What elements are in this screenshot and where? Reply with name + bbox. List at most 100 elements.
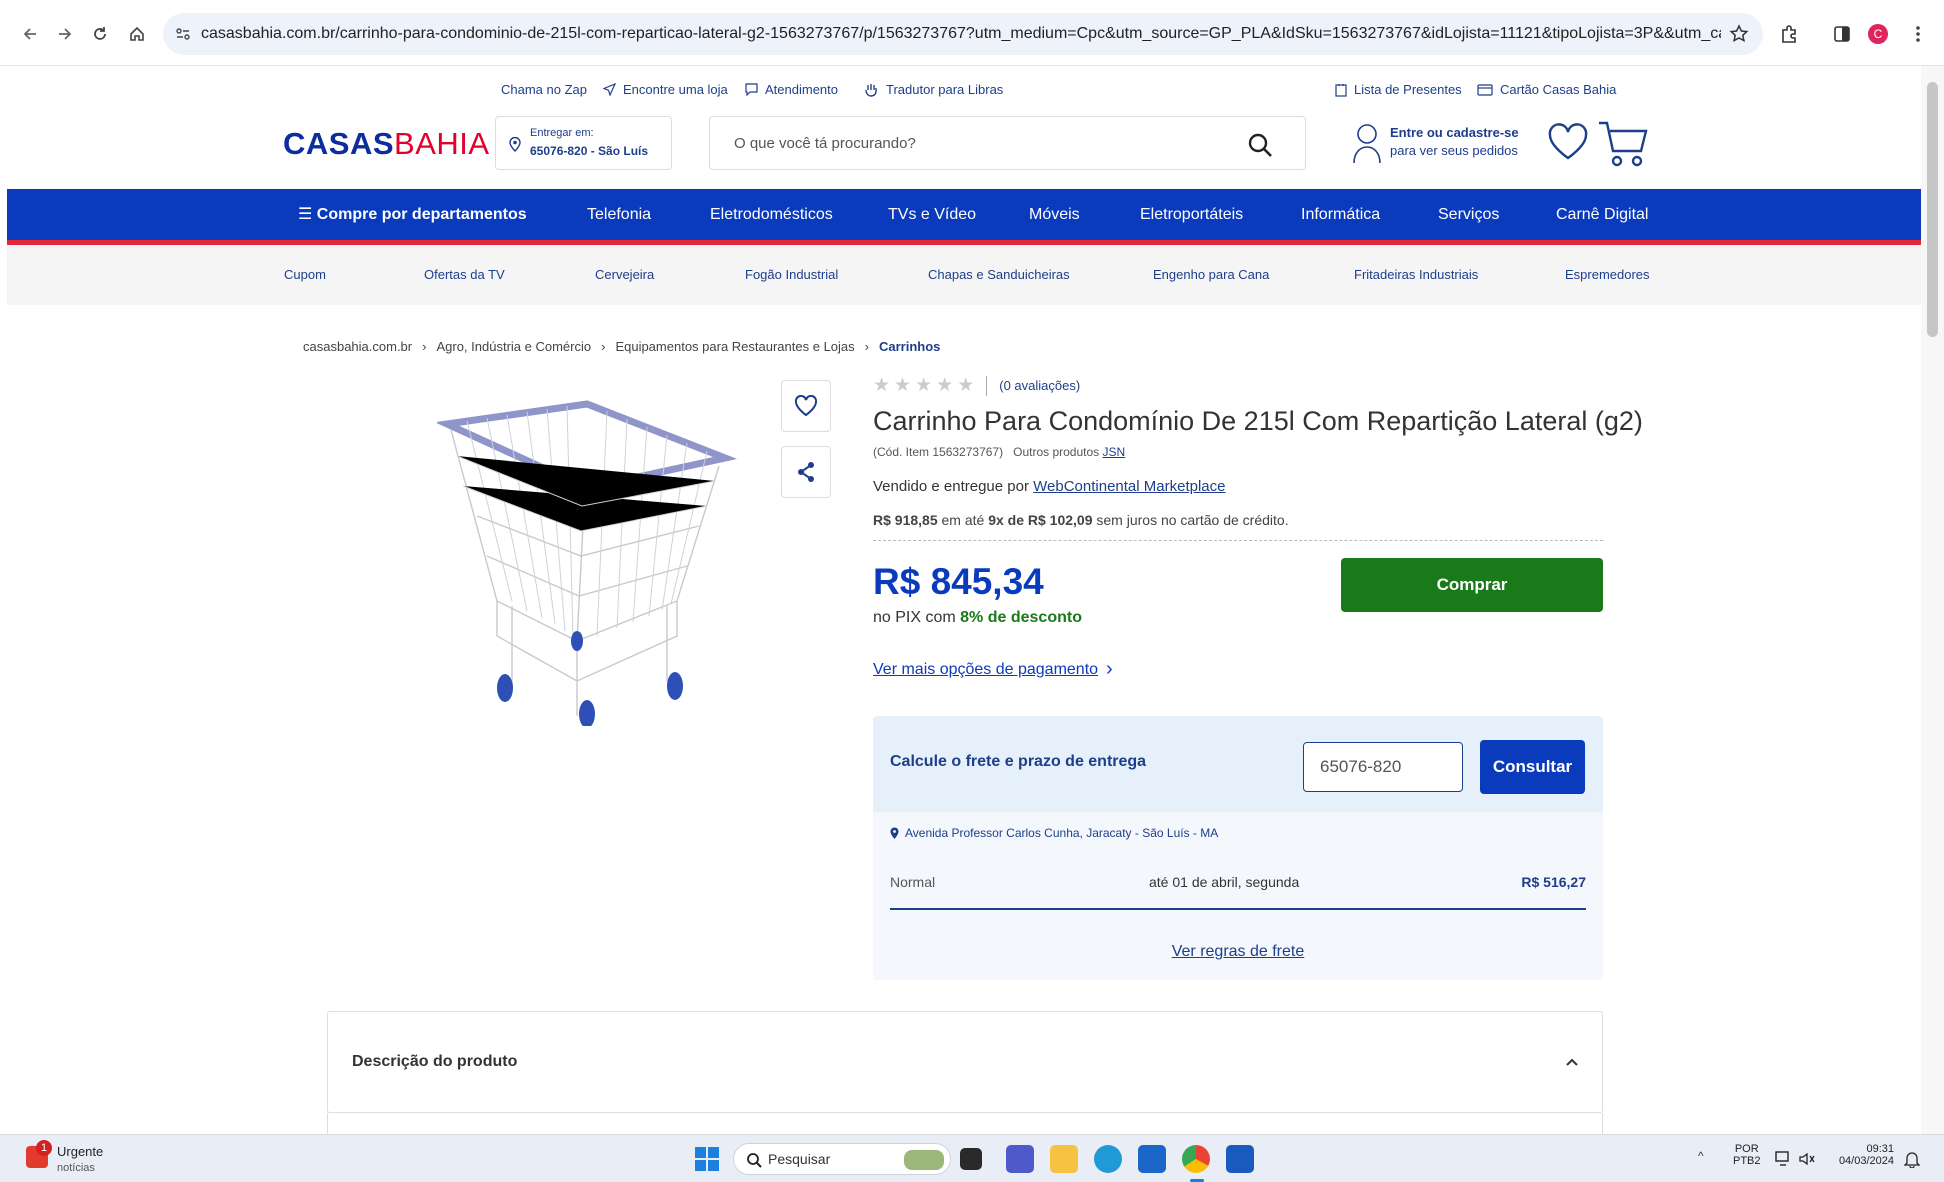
nav-item-informatica[interactable]: Informática bbox=[1301, 189, 1380, 240]
link-chama-no-zap[interactable]: Chama no Zap bbox=[501, 82, 587, 97]
logo[interactable]: CASASBAHIA bbox=[283, 126, 490, 162]
windows-start-icon[interactable] bbox=[694, 1146, 720, 1172]
brand-link[interactable]: JSN bbox=[1103, 445, 1126, 459]
home-icon[interactable] bbox=[125, 22, 149, 46]
edge-icon[interactable] bbox=[1094, 1145, 1122, 1173]
reload-icon[interactable] bbox=[88, 22, 112, 46]
nav-item-eletrodomesticos[interactable]: Eletrodomésticos bbox=[710, 189, 833, 240]
word-icon[interactable] bbox=[1226, 1145, 1254, 1173]
star-icon: ★ bbox=[915, 375, 933, 396]
reviews-link[interactable]: (0 avaliações) bbox=[999, 378, 1080, 393]
search-input[interactable]: O que você tá procurando? bbox=[709, 116, 1306, 170]
network-icon[interactable] bbox=[1775, 1151, 1793, 1167]
main-nav: ☰ Compre por departamentos Telefonia Ele… bbox=[7, 189, 1921, 245]
account-subtitle: para ver seus pedidos bbox=[1390, 143, 1518, 158]
link-tradutor-libras[interactable]: Tradutor para Libras bbox=[864, 82, 1003, 97]
breadcrumb-current[interactable]: Carrinhos bbox=[879, 339, 940, 354]
link-lista-presentes[interactable]: Lista de Presentes bbox=[1335, 82, 1462, 97]
freight-calculator: Calcule o frete e prazo de entrega 65076… bbox=[873, 716, 1603, 980]
nav-item-moveis[interactable]: Móveis bbox=[1029, 189, 1080, 240]
link-cartao-casas-bahia[interactable]: Cartão Casas Bahia bbox=[1477, 82, 1616, 97]
chrome-icon[interactable] bbox=[1182, 1145, 1210, 1173]
divider bbox=[890, 908, 1586, 910]
link-label: Lista de Presentes bbox=[1354, 82, 1462, 97]
deliver-label: Entregar em: bbox=[530, 127, 594, 139]
nav-item-telefonia[interactable]: Telefonia bbox=[587, 189, 651, 240]
more-payment-link[interactable]: Ver mais opções de pagamento › bbox=[873, 658, 1113, 681]
seller-prefix: Vendido e entregue por bbox=[873, 478, 1029, 495]
buy-button[interactable]: Comprar bbox=[1341, 558, 1603, 612]
cart-icon[interactable] bbox=[1597, 119, 1649, 167]
seller-link[interactable]: WebContinental Marketplace bbox=[1033, 478, 1225, 495]
cep-input[interactable]: 65076-820 bbox=[1303, 742, 1463, 792]
chevron-up-icon[interactable] bbox=[1565, 1057, 1579, 1067]
link-atendimento[interactable]: Atendimento bbox=[745, 82, 838, 97]
subnav-item[interactable]: Fritadeiras Industriais bbox=[1354, 245, 1478, 305]
subnav-item[interactable]: Cupom bbox=[284, 245, 326, 305]
link-label: Encontre uma loja bbox=[623, 82, 728, 97]
share-button[interactable] bbox=[781, 446, 831, 498]
site-info-icon[interactable] bbox=[175, 26, 191, 42]
breadcrumb-item[interactable]: Agro, Indústria e Comércio bbox=[436, 339, 591, 354]
forward-icon[interactable] bbox=[53, 22, 77, 46]
chevron-up-icon[interactable]: ^ bbox=[1698, 1149, 1704, 1163]
language-indicator[interactable]: POR PTB2 bbox=[1733, 1143, 1761, 1167]
breadcrumb-item[interactable]: casasbahia.com.br bbox=[303, 339, 412, 354]
chevron-right-icon: › bbox=[1106, 658, 1113, 680]
favorite-button[interactable] bbox=[781, 380, 831, 432]
profile-avatar[interactable]: C bbox=[1868, 24, 1888, 44]
nav-item-tvs[interactable]: TVs e Vídeo bbox=[888, 189, 976, 240]
task-view-icon[interactable] bbox=[960, 1148, 982, 1170]
subnav-item[interactable]: Fogão Industrial bbox=[745, 245, 838, 305]
taskbar-search[interactable]: Pesquisar bbox=[733, 1143, 951, 1175]
card-icon bbox=[1477, 83, 1493, 96]
clock[interactable]: 09:31 04/03/2024 bbox=[1830, 1143, 1894, 1167]
nav-item-eletroportateis[interactable]: Eletroportáteis bbox=[1140, 189, 1243, 240]
nav-item-carne-digital[interactable]: Carnê Digital bbox=[1556, 189, 1648, 240]
browser-menu-icon[interactable] bbox=[1906, 22, 1930, 46]
volume-muted-icon[interactable] bbox=[1798, 1151, 1816, 1167]
extensions-icon[interactable] bbox=[1777, 22, 1801, 46]
address-bar[interactable]: casasbahia.com.br/carrinho-para-condomin… bbox=[163, 13, 1763, 55]
subnav-item[interactable]: Chapas e Sanduicheiras bbox=[928, 245, 1070, 305]
side-panel-icon[interactable] bbox=[1830, 22, 1854, 46]
freight-title: Calcule o frete e prazo de entrega bbox=[890, 753, 1147, 770]
url-text[interactable]: casasbahia.com.br/carrinho-para-condomin… bbox=[201, 13, 1721, 55]
breadcrumb-item[interactable]: Equipamentos para Restaurantes e Lojas bbox=[615, 339, 854, 354]
installment-total: R$ 918,85 bbox=[873, 512, 938, 528]
seller-line: Vendido e entregue por WebContinental Ma… bbox=[873, 478, 1225, 495]
delivery-location[interactable]: Entregar em: 65076-820 - São Luís bbox=[495, 116, 672, 170]
scrollbar-thumb[interactable] bbox=[1927, 82, 1938, 337]
description-accordion[interactable]: Descrição do produto bbox=[327, 1011, 1603, 1113]
subnav-item[interactable]: Espremedores bbox=[1565, 245, 1650, 305]
nav-item-servicos[interactable]: Serviços bbox=[1438, 189, 1499, 240]
subnav-item[interactable]: Ofertas da TV bbox=[424, 245, 505, 305]
product-image[interactable] bbox=[437, 396, 737, 726]
search-icon[interactable] bbox=[1247, 132, 1273, 158]
freight-option-date: até 01 de abril, segunda bbox=[1149, 874, 1300, 890]
news-title[interactable]: Urgente bbox=[57, 1144, 103, 1159]
teams-icon[interactable] bbox=[1006, 1145, 1034, 1173]
star-icon: ★ bbox=[936, 375, 954, 396]
file-explorer-icon[interactable] bbox=[1050, 1145, 1078, 1173]
installment-line: R$ 918,85 em até 9x de R$ 102,09 sem jur… bbox=[873, 512, 1289, 528]
installment-parcels: 9x de R$ 102,09 bbox=[988, 512, 1093, 528]
notification-bell-icon[interactable] bbox=[1904, 1150, 1920, 1168]
star-icon: ★ bbox=[873, 375, 891, 396]
link-encontre-loja[interactable]: Encontre uma loja bbox=[603, 82, 728, 97]
nav-departments[interactable]: ☰ Compre por departamentos bbox=[298, 189, 527, 240]
page-scrollbar[interactable] bbox=[1921, 66, 1944, 1134]
wishlist-heart-icon[interactable] bbox=[1547, 123, 1589, 161]
freight-rules-link[interactable]: Ver regras de frete bbox=[873, 943, 1603, 961]
send-icon bbox=[603, 83, 616, 96]
subnav-item[interactable]: Engenho para Cana bbox=[1153, 245, 1269, 305]
consult-button[interactable]: Consultar bbox=[1480, 740, 1585, 794]
search-highlight-icon bbox=[904, 1150, 944, 1170]
back-icon[interactable] bbox=[18, 22, 42, 46]
installment-mid: em até bbox=[941, 512, 985, 528]
store-icon[interactable] bbox=[1138, 1145, 1166, 1173]
bookmark-star-icon[interactable] bbox=[1729, 24, 1749, 44]
subnav-item[interactable]: Cervejeira bbox=[595, 245, 654, 305]
account-login[interactable]: Entre ou cadastre-se para ver seus pedid… bbox=[1352, 121, 1519, 167]
other-products-label: Outros produtos bbox=[1013, 445, 1100, 459]
